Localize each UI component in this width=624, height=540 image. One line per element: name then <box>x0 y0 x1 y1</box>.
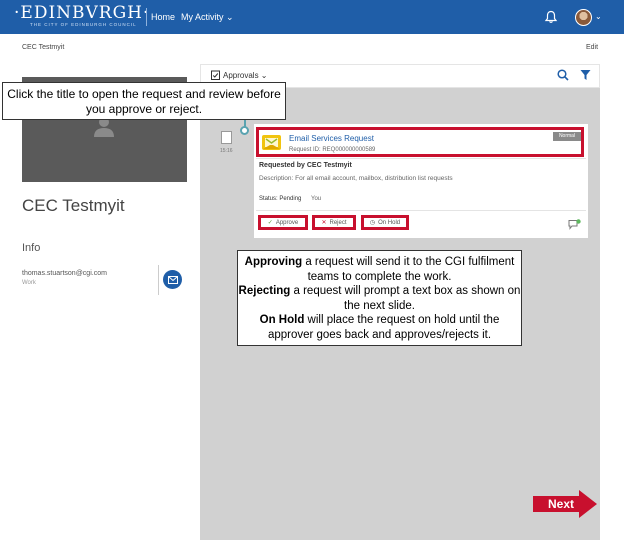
instruction-callout-title: Click the title to open the request and … <box>2 82 286 120</box>
on-hold-button[interactable]: ◷ On Hold <box>361 215 409 230</box>
instruction-callout-actions: Approving a request will send it to the … <box>237 250 522 346</box>
approvals-icon <box>211 70 220 80</box>
search-icon[interactable] <box>557 69 569 81</box>
clock-icon: ◷ <box>369 220 376 226</box>
bell-icon[interactable] <box>544 10 558 24</box>
approving-keyword: Approving <box>244 256 303 268</box>
rejecting-text: a request will prompt a text box as show… <box>290 285 521 312</box>
envelope-icon <box>167 275 178 284</box>
status-label: Status: Pending <box>259 196 302 202</box>
next-button-label[interactable]: Next <box>537 497 585 511</box>
request-title-link[interactable]: Email Services Request <box>289 134 374 143</box>
nav-home-link[interactable]: Home <box>151 12 175 22</box>
divider <box>256 158 586 159</box>
email-folder-icon <box>262 135 281 150</box>
approvals-filter-dropdown[interactable]: Approvals ⌄ <box>223 71 268 80</box>
reject-label: Reject <box>329 219 347 226</box>
profile-name: CEC Testmyit <box>22 196 125 215</box>
logo-subtitle: THE CITY OF EDINBURGH COUNCIL <box>30 22 137 27</box>
divider <box>158 265 159 295</box>
header-divider <box>146 8 147 26</box>
nav-my-activity-menu[interactable]: My Activity ⌄ <box>181 12 234 23</box>
on-hold-label: On Hold <box>378 219 401 226</box>
request-time: 15:16 <box>220 148 233 154</box>
filter-icon[interactable] <box>580 69 591 81</box>
top-navigation-bar: ·EDINBVRGH· THE CITY OF EDINBURGH COUNCI… <box>0 0 624 34</box>
email-type-label: Work <box>22 280 36 286</box>
check-icon: ✓ <box>267 220 273 226</box>
on-hold-keyword: On Hold <box>259 314 305 326</box>
edinburgh-logo[interactable]: ·EDINBVRGH· <box>14 3 149 23</box>
approving-text: a request will send it to the CGI fulfil… <box>302 256 515 283</box>
reject-button[interactable]: ✕ Reject <box>312 215 356 230</box>
timeline-dot <box>240 126 249 135</box>
breadcrumb-user-name: CEC Testmyit <box>22 44 65 51</box>
rejecting-keyword: Rejecting <box>238 285 291 297</box>
request-id: Request ID: REQ000000000589 <box>289 147 376 153</box>
requested-by: Requested by CEC Testmyit <box>259 162 352 169</box>
comment-icon[interactable] <box>568 219 581 230</box>
user-avatar[interactable] <box>575 9 592 26</box>
edit-link[interactable]: Edit <box>586 44 598 51</box>
email-address[interactable]: thomas.stuartson@cgi.com <box>22 270 107 277</box>
document-icon <box>221 131 232 144</box>
status-value: You <box>311 196 322 202</box>
chevron-down-icon[interactable]: ⌄ <box>595 12 602 21</box>
approve-button[interactable]: ✓ Approve <box>258 215 308 230</box>
approve-label: Approve <box>275 219 299 226</box>
divider <box>256 210 586 211</box>
send-email-button[interactable] <box>163 270 182 289</box>
close-icon: ✕ <box>321 220 327 226</box>
request-description: Description: For all email account, mail… <box>259 175 453 182</box>
info-heading: Info <box>22 242 41 254</box>
priority-badge: Normal <box>553 132 581 141</box>
